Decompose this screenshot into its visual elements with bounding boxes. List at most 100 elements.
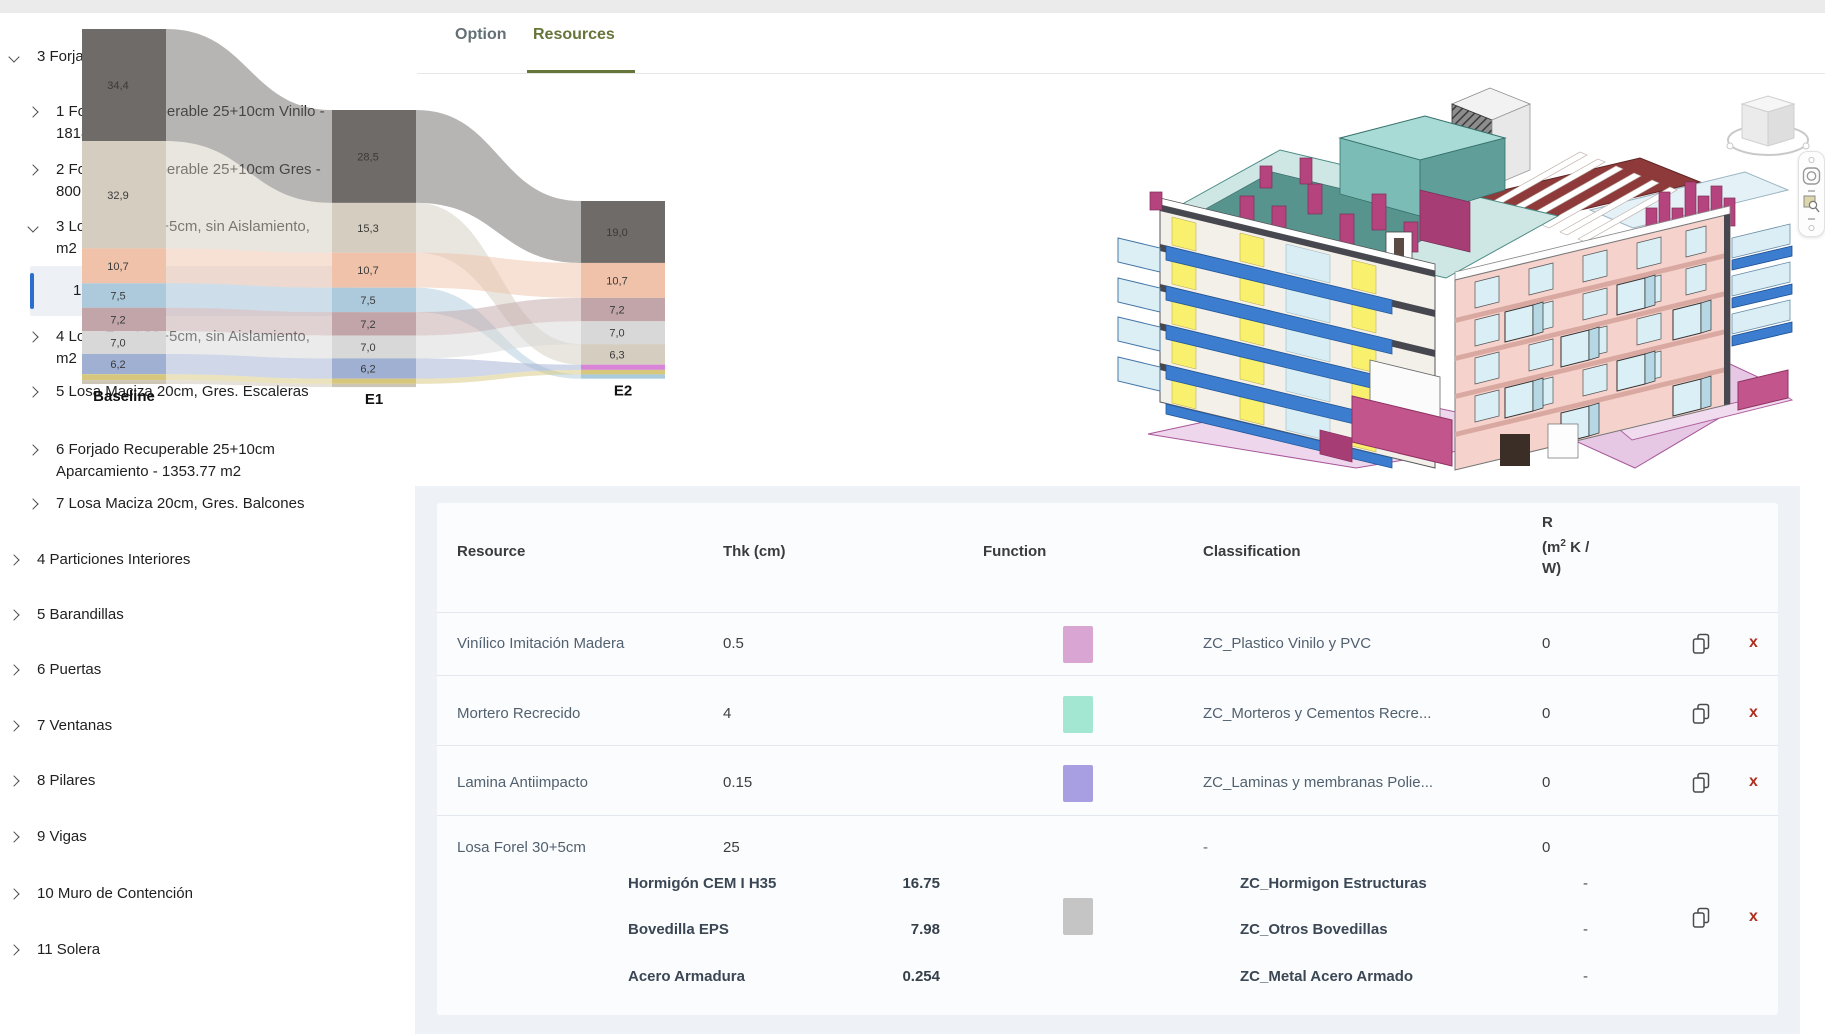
cell-resource: Vinílico Imitación Madera xyxy=(457,635,624,652)
sub-material-name: Bovedilla EPS xyxy=(628,921,729,938)
cell-classification: ZC_Plastico Vinilo y PVC xyxy=(1203,635,1371,652)
sankey-node xyxy=(581,374,665,378)
sub-material-name: Hormigón CEM I H35 xyxy=(628,875,776,892)
cell-resource: Lamina Antiimpacto xyxy=(457,774,588,791)
sankey-node xyxy=(332,379,416,384)
chevron-right-icon[interactable] xyxy=(8,831,19,842)
resources-table-card xyxy=(437,503,1778,1015)
sankey-node-value: 28,5 xyxy=(357,151,378,163)
sankey-flow xyxy=(166,283,332,312)
sankey-node-value: 32,9 xyxy=(107,190,128,202)
sankey-node-value: 7,2 xyxy=(360,319,375,331)
sankey-node-value: 6,3 xyxy=(609,349,624,361)
delete-row-button[interactable]: x xyxy=(1749,704,1758,722)
sidebar-item-barandillas[interactable]: 5 Barandillas xyxy=(0,604,345,626)
function-color-swatch[interactable] xyxy=(1063,696,1093,733)
copy-row-button[interactable] xyxy=(1690,702,1712,726)
col-header-r: R (m2 K / W) xyxy=(1542,512,1589,579)
row-divider xyxy=(437,815,1778,816)
sidebar-item-vigas[interactable]: 9 Vigas xyxy=(0,826,345,848)
app-window: 3 Forjados 1 Forjado Recuperable 25+10cm… xyxy=(0,0,1825,1034)
chevron-right-icon[interactable] xyxy=(8,554,19,565)
col-header-classification: Classification xyxy=(1203,543,1301,560)
col-header-function: Function xyxy=(983,543,1046,560)
sankey-node-value: 7,5 xyxy=(360,295,375,307)
toolbar-separator xyxy=(1808,190,1815,192)
chevron-right-icon[interactable] xyxy=(27,444,38,455)
sidebar-item-solera[interactable]: 11 Solera xyxy=(0,939,345,961)
cell-r: 0 xyxy=(1542,705,1550,722)
row-divider xyxy=(437,675,1778,676)
sankey-node-value: 19,0 xyxy=(606,227,627,239)
copy-row-button[interactable] xyxy=(1690,906,1712,930)
function-color-swatch[interactable] xyxy=(1063,626,1093,663)
sidebar-item-forjado-6[interactable]: 6 Forjado Recuperable 25+10cm Aparcamien… xyxy=(0,439,345,483)
sidebar-item-puertas[interactable]: 6 Puertas xyxy=(0,659,345,681)
cell-classification: - xyxy=(1203,839,1208,856)
building-model xyxy=(1100,70,1825,480)
toolbar-separator xyxy=(1808,218,1815,220)
sidebar-item-particiones[interactable]: 4 Particiones Interiores xyxy=(0,549,345,571)
sankey-node-value: 6,2 xyxy=(110,359,125,371)
cell-r: 0 xyxy=(1542,635,1550,652)
delete-row-button[interactable]: x xyxy=(1749,634,1758,652)
sankey-node xyxy=(581,365,665,370)
sankey-node-value: 7,0 xyxy=(360,342,375,354)
chevron-right-icon[interactable] xyxy=(8,609,19,620)
sankey-node-value: 7,2 xyxy=(609,305,624,317)
sankey-node xyxy=(332,384,416,387)
sankey-node-value: 10,7 xyxy=(606,275,627,287)
sub-material-name: Acero Armadura xyxy=(628,968,745,985)
cell-resource: Losa Forel 30+5cm xyxy=(457,839,586,856)
function-color-swatch[interactable] xyxy=(1063,765,1093,802)
cell-thk: 0.15 xyxy=(723,774,752,791)
sankey-flow xyxy=(166,248,332,287)
copy-row-button[interactable] xyxy=(1690,771,1712,795)
sankey-node-value: 7,0 xyxy=(110,338,125,350)
sub-material-r: - xyxy=(1583,875,1588,892)
chevron-right-icon[interactable] xyxy=(8,888,19,899)
sankey-node xyxy=(581,370,665,375)
viewer-toolbar xyxy=(1798,151,1825,237)
delete-row-button[interactable]: x xyxy=(1749,908,1758,926)
sub-material-classification: ZC_Hormigon Estructuras xyxy=(1240,875,1427,892)
col-header-thk: Thk (cm) xyxy=(723,543,786,560)
sidebar-item-muro[interactable]: 10 Muro de Contención xyxy=(0,883,345,905)
function-color-swatch[interactable] xyxy=(1063,898,1093,935)
sankey-column-label: Baseline xyxy=(93,388,155,405)
sub-material-thk: 7.98 xyxy=(856,921,940,938)
chevron-right-icon[interactable] xyxy=(8,720,19,731)
sankey-node-value: 7,0 xyxy=(609,328,624,340)
sankey-node-value: 10,7 xyxy=(357,265,378,277)
toolbar-dot-top xyxy=(1809,157,1814,162)
chevron-right-icon[interactable] xyxy=(27,498,38,509)
cell-resource: Mortero Recrecido xyxy=(457,705,580,722)
sub-material-r: - xyxy=(1583,921,1588,938)
cell-classification: ZC_Morteros y Cementos Recre... xyxy=(1203,705,1431,722)
sidebar-item-forjado-7[interactable]: 7 Losa Maciza 20cm, Gres. Balcones xyxy=(0,493,345,515)
chevron-right-icon[interactable] xyxy=(8,775,19,786)
sankey-column-label: E1 xyxy=(365,391,383,408)
sankey-node-value: 10,7 xyxy=(107,261,128,273)
sankey-node-value: 34,4 xyxy=(107,80,128,92)
sankey-node-value: 7,5 xyxy=(110,291,125,303)
cell-thk: 0.5 xyxy=(723,635,744,652)
cell-thk: 4 xyxy=(723,705,731,722)
sankey-node-value: 6,2 xyxy=(360,364,375,376)
sub-material-classification: ZC_Otros Bovedillas xyxy=(1240,921,1388,938)
view-cube[interactable] xyxy=(1727,96,1809,155)
delete-row-button[interactable]: x xyxy=(1749,773,1758,791)
sidebar-item-ventanas[interactable]: 7 Ventanas xyxy=(0,715,345,737)
sub-material-thk: 0.254 xyxy=(856,968,940,985)
copy-row-button[interactable] xyxy=(1690,632,1712,656)
sub-material-classification: ZC_Metal Acero Armado xyxy=(1240,968,1413,985)
chevron-right-icon[interactable] xyxy=(8,664,19,675)
chevron-right-icon[interactable] xyxy=(8,944,19,955)
orbit-tool-icon[interactable] xyxy=(1804,168,1820,184)
sub-material-thk: 16.75 xyxy=(856,875,940,892)
sidebar-item-pilares[interactable]: 8 Pilares xyxy=(0,770,345,792)
cell-r: 0 xyxy=(1542,839,1550,856)
zoom-select-tool-icon[interactable] xyxy=(1804,196,1819,212)
model-3d-viewport[interactable] xyxy=(1100,70,1825,480)
row-divider xyxy=(437,612,1778,613)
